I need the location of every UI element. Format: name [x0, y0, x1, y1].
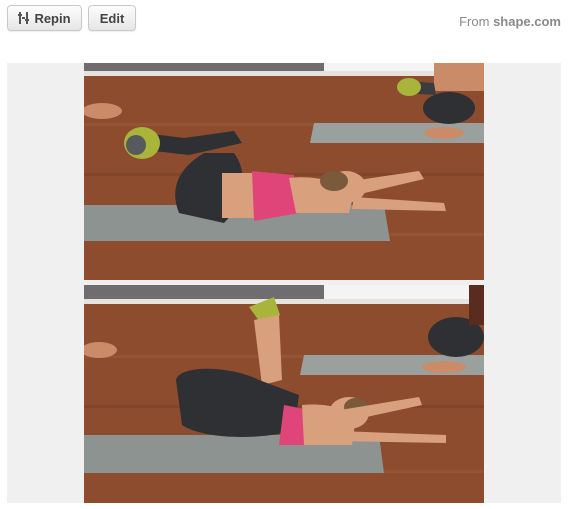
- source-attribution: From shape.com: [459, 14, 561, 29]
- exercise-photo-step-1: [84, 63, 484, 280]
- edit-label: Edit: [99, 10, 125, 26]
- source-prefix: From: [459, 14, 490, 29]
- repin-icon: [18, 12, 30, 24]
- exercise-photo-step-2: [84, 285, 484, 503]
- repin-button[interactable]: Repin: [7, 5, 82, 31]
- edit-button[interactable]: Edit: [88, 5, 136, 31]
- pin-image[interactable]: [7, 63, 561, 503]
- source-domain-link[interactable]: shape.com: [493, 14, 561, 29]
- repin-label: Repin: [34, 10, 71, 26]
